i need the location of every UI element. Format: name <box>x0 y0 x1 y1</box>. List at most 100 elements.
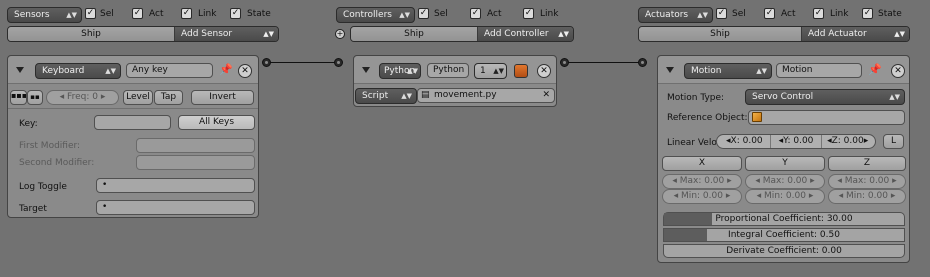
first-modifier-label: First Modifier: <box>19 141 81 151</box>
controller-state-toggle-icon[interactable]: + <box>335 29 345 39</box>
second-modifier-field[interactable] <box>136 155 255 170</box>
actuators-object-name[interactable]: Ship <box>639 27 802 41</box>
clear-script-close-icon[interactable]: ✕ <box>542 89 550 102</box>
x-max-field[interactable]: ◂ Max: 0.00 ▸ <box>662 174 742 189</box>
linear-velo-y-field[interactable]: ◂Y: 0.00 <box>771 135 823 148</box>
tap-button[interactable]: Tap <box>154 90 183 105</box>
controllers-sel-checkbox[interactable]: ✓ <box>418 8 429 19</box>
add-sensor-dropdown[interactable]: Add Sensor ▲▼ <box>175 27 278 41</box>
actuators-link-checkbox[interactable]: ✓ <box>813 8 824 19</box>
sensor-name-field[interactable]: Any key <box>126 63 213 78</box>
y-max-field[interactable]: ◂ Max: 0.00 ▸ <box>745 174 825 189</box>
y-max-value: Max: 0.00 <box>762 176 808 186</box>
motion-type-dropdown[interactable]: Servo Control ▲▼ <box>745 89 905 105</box>
remove-sensor-close-icon[interactable]: ✕ <box>238 64 252 78</box>
divider <box>8 108 258 109</box>
python-controller-panel: Python ▲▼ Python 1 ▲▼ ✕ Script ▲▼ ▤ movemen… <box>353 55 557 107</box>
collapse-triangle-icon[interactable] <box>666 67 674 73</box>
script-mode-dropdown[interactable]: Script ▲▼ <box>355 88 417 104</box>
sensors-state-checkbox[interactable]: ✓ <box>230 8 241 19</box>
decrement-arrow-icon: ◂ <box>673 191 682 201</box>
freq-field[interactable]: ◂ Freq: 0 ▸ <box>46 90 119 105</box>
controllers-object-bar: Ship Add Controller ▲▼ <box>350 26 574 42</box>
controller-state-dropdown[interactable]: 1 ▲▼ <box>474 63 507 79</box>
linear-velo-x-field[interactable]: ◂X: 0.00 <box>719 135 771 148</box>
linear-velo-z-field[interactable]: ◂Z: 0.00▸ <box>822 135 873 148</box>
key-label: Key: <box>19 119 38 129</box>
remove-actuator-close-icon[interactable]: ✕ <box>891 64 905 78</box>
decrement-arrow-icon: ◂ <box>755 176 763 186</box>
x-min-field[interactable]: ◂ Min: 0.00 ▸ <box>662 189 742 204</box>
slider-fill <box>664 213 712 225</box>
collapse-triangle-icon[interactable] <box>16 67 24 73</box>
dropdown-arrows-icon: ▲▼ <box>889 93 900 101</box>
controller-input-socket[interactable] <box>334 58 343 67</box>
reference-object-field[interactable] <box>748 110 905 125</box>
actuators-state-checkbox[interactable]: ✓ <box>862 8 873 19</box>
y-min-field[interactable]: ◂ Min: 0.00 ▸ <box>745 189 825 204</box>
first-modifier-field[interactable] <box>136 138 255 153</box>
sensor-type-label: Keyboard <box>42 66 85 76</box>
actuators-filter-dropdown[interactable]: Actuators ▲▼ <box>638 7 713 23</box>
y-axis-toggle[interactable]: Y <box>745 156 825 171</box>
dropdown-arrows-icon: ▲▼ <box>407 67 418 75</box>
local-toggle-button[interactable]: L <box>883 134 904 149</box>
remove-controller-close-icon[interactable]: ✕ <box>537 64 551 78</box>
actuator-name-field[interactable]: Motion <box>776 63 862 78</box>
invert-button[interactable]: Invert <box>191 90 254 105</box>
pin-icon[interactable]: 📌 <box>219 64 233 76</box>
sensors-sel-checkbox[interactable]: ✓ <box>85 8 96 19</box>
proportional-coefficient-slider[interactable]: Proportional Coefficient: 30.00 <box>663 212 905 226</box>
all-keys-toggle[interactable]: All Keys <box>178 115 255 130</box>
controllers-act-checkbox[interactable]: ✓ <box>470 8 481 19</box>
z-max-field[interactable]: ◂ Max: 0.00 ▸ <box>828 174 906 189</box>
sensors-act-checkbox[interactable]: ✓ <box>132 8 143 19</box>
increment-arrow-icon: ▸ <box>724 176 732 186</box>
increment-arrow-icon: ▸ <box>805 191 814 201</box>
target-field[interactable]: • <box>96 200 255 215</box>
actuator-input-socket[interactable] <box>638 58 647 67</box>
integral-coefficient-slider[interactable]: Integral Coefficient: 0.50 <box>663 228 905 242</box>
collapse-triangle-icon[interactable] <box>362 67 370 73</box>
bookmark-priority-icon[interactable] <box>514 64 528 78</box>
z-axis-toggle[interactable]: Z <box>828 156 906 171</box>
slider-fill <box>664 229 708 241</box>
controller-name-field[interactable]: Python <box>427 63 469 78</box>
level-button[interactable]: Level <box>123 90 153 105</box>
pulse-false-level-button[interactable]: ▪▪ <box>27 90 43 105</box>
integral-coefficient-label: Integral Coefficient: 0.50 <box>728 230 840 240</box>
sensors-link-checkbox[interactable]: ✓ <box>181 8 192 19</box>
actuator-type-dropdown[interactable]: Motion ▲▼ <box>684 63 772 79</box>
dropdown-arrows-icon: ▲▼ <box>401 92 412 100</box>
add-actuator-dropdown[interactable]: Add Actuator ▲▼ <box>802 27 909 41</box>
sensor-output-socket[interactable] <box>262 58 271 67</box>
actuators-act-checkbox[interactable]: ✓ <box>764 8 775 19</box>
controller-actuator-link <box>566 62 642 63</box>
decrement-arrow-icon: ◂ <box>672 176 680 186</box>
increment-arrow-icon: ▸ <box>863 136 869 146</box>
log-toggle-field[interactable]: • <box>96 178 255 193</box>
add-controller-dropdown[interactable]: Add Controller ▲▼ <box>478 27 573 41</box>
controllers-link-label: Link <box>540 9 559 19</box>
derivate-coefficient-slider[interactable]: Derivate Coefficient: 0.00 <box>663 244 905 258</box>
actuators-sel-checkbox[interactable]: ✓ <box>716 8 727 19</box>
decrement-arrow-icon: ◂ <box>838 191 847 201</box>
x-axis-toggle[interactable]: X <box>662 156 742 171</box>
dropdown-arrows-icon: ▲▼ <box>697 11 708 19</box>
sensors-link-label: Link <box>198 9 217 19</box>
sensors-object-name[interactable]: Ship <box>8 27 175 41</box>
pin-icon[interactable]: 📌 <box>868 64 882 76</box>
pulse-true-level-button[interactable]: ▪▪▪ <box>10 90 27 105</box>
increment-arrow-icon: ▸ <box>807 176 815 186</box>
script-field[interactable]: ▤ movement.py ✕ <box>417 88 555 103</box>
sensor-type-dropdown[interactable]: Keyboard ▲▼ <box>35 63 121 79</box>
sensors-filter-dropdown[interactable]: Sensors ▲▼ <box>7 7 82 23</box>
key-field[interactable] <box>94 115 171 130</box>
controllers-object-name[interactable]: Ship <box>351 27 478 41</box>
controllers-link-checkbox[interactable]: ✓ <box>523 8 534 19</box>
controllers-filter-dropdown[interactable]: Controllers ▲▼ <box>336 7 415 23</box>
controller-type-dropdown[interactable]: Python ▲▼ <box>379 63 421 79</box>
z-min-field[interactable]: ◂ Min: 0.00 ▸ <box>828 189 906 204</box>
controller-output-socket[interactable] <box>560 58 569 67</box>
object-cube-icon <box>752 112 762 122</box>
